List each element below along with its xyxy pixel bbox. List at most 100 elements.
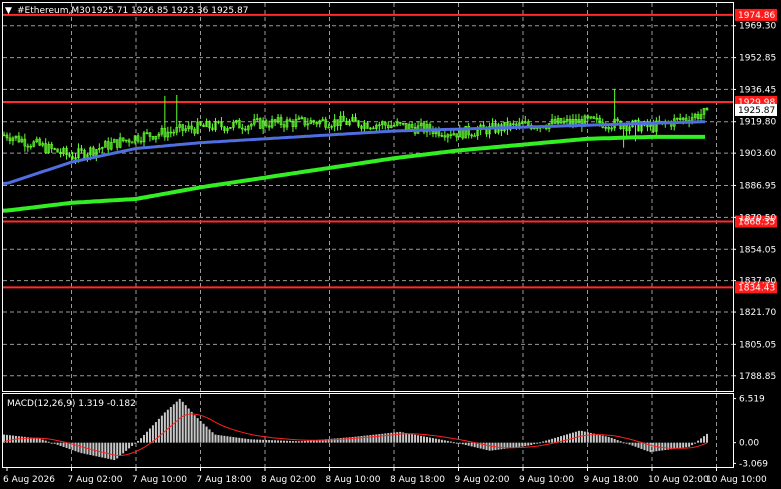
macd-bar [706, 433, 708, 443]
macd-bar [488, 442, 491, 451]
current-price-label: 1925.87 [738, 106, 775, 116]
macd-bar [77, 442, 80, 453]
macd-bar [300, 441, 303, 443]
macd-bar [360, 436, 363, 443]
price-tick-label: 1788.85 [739, 372, 776, 382]
macd-bar [274, 440, 277, 443]
macd-tick-label: 6.519 [739, 395, 765, 405]
macd-bar [661, 442, 664, 451]
macd-bar [92, 442, 95, 456]
macd-bar [583, 431, 586, 443]
price-tick-label: 1936.45 [739, 85, 776, 95]
macd-bar [497, 442, 500, 450]
macd-bar [59, 442, 62, 446]
macd-bar [455, 442, 458, 444]
macd-bar [44, 440, 47, 443]
time-tick-label: 8 Aug 10:00 [326, 475, 381, 485]
macd-bar [110, 442, 113, 460]
macd-bar [265, 439, 268, 443]
macd-bar [500, 442, 503, 450]
macd-bar [250, 439, 253, 443]
macd-bar [607, 436, 610, 443]
macd-bar [387, 433, 390, 443]
macd-bar [247, 439, 250, 443]
macd-bar [122, 442, 125, 454]
macd-bar [288, 440, 291, 443]
macd-bar [62, 442, 65, 447]
macd-bar [482, 442, 485, 450]
macd-bar [524, 442, 527, 447]
macd-bar [345, 437, 348, 443]
macd-bar [306, 440, 309, 443]
time-tick-label: 10 Aug 10:00 [706, 475, 767, 485]
macd-bar [137, 440, 140, 443]
macd-bar [8, 435, 11, 443]
macd-bar [50, 442, 53, 444]
macd-bar [521, 442, 524, 447]
macd-bar [551, 438, 554, 443]
macd-bar [473, 442, 476, 448]
macd-bar [697, 440, 700, 443]
macd-bar [676, 442, 679, 449]
macd-bar [101, 442, 104, 458]
macd-bar [217, 435, 220, 443]
macd-bar [196, 418, 199, 443]
macd-bar [235, 437, 238, 443]
macd-bar [542, 441, 545, 443]
macd-bar [518, 442, 521, 447]
macd-bar [664, 442, 667, 451]
macd-bar [47, 441, 50, 443]
macd-bar [169, 407, 172, 443]
macd-bar [113, 442, 116, 461]
macd-bar [140, 438, 143, 443]
macd-bar [417, 435, 420, 443]
macd-bar [423, 436, 426, 443]
macd-bar [539, 442, 542, 444]
macd-bar [434, 438, 437, 443]
macd-bar [619, 441, 622, 443]
time-tick-label: 6 Aug 2026 [3, 475, 55, 485]
macd-bar [685, 442, 688, 448]
macd-bar [223, 435, 226, 443]
macd-bar [202, 423, 205, 443]
macd-bar [131, 442, 134, 446]
macd-bar [271, 440, 274, 443]
macd-bar [125, 442, 128, 451]
macd-bar [160, 415, 163, 443]
macd-bar [408, 433, 411, 443]
macd-bar [396, 432, 399, 443]
price-chart[interactable]: 1974.861929.981868.351834.431925.87 6.51… [0, 0, 781, 489]
macd-bar [285, 440, 288, 443]
macd-bar [682, 442, 685, 448]
macd-bar [178, 398, 181, 443]
macd-bar [184, 405, 187, 443]
macd-bar [595, 434, 598, 443]
macd-bar [116, 442, 119, 459]
time-tick-label: 7 Aug 02:00 [68, 475, 123, 485]
macd-bar [470, 442, 473, 447]
macd-bar [533, 442, 536, 445]
macd-bar [98, 442, 101, 457]
macd-bar [375, 434, 378, 443]
macd-bar [512, 442, 515, 448]
macd-bar [262, 439, 265, 443]
macd-bar [309, 440, 312, 443]
price-tick-label: 1805.05 [739, 340, 776, 350]
macd-bar [211, 432, 214, 443]
macd-bar [35, 438, 38, 443]
macd-bar [625, 442, 628, 444]
macd-bar [393, 432, 396, 443]
macd-bar [381, 433, 384, 443]
macd-bar [32, 437, 35, 443]
price-tick-label: 1886.95 [739, 181, 776, 191]
macd-bar [598, 434, 601, 443]
macd-bar [631, 442, 634, 446]
macd-bar [634, 442, 637, 447]
time-tick-label: 10 Aug 02:00 [648, 475, 709, 485]
time-tick-label: 9 Aug 02:00 [455, 475, 510, 485]
price-tick-label: 1919.80 [739, 118, 776, 128]
macd-bar [622, 442, 625, 444]
collapse-icon[interactable]: ▼ [5, 6, 12, 16]
macd-bar [554, 437, 557, 443]
macd-bar [437, 439, 440, 443]
